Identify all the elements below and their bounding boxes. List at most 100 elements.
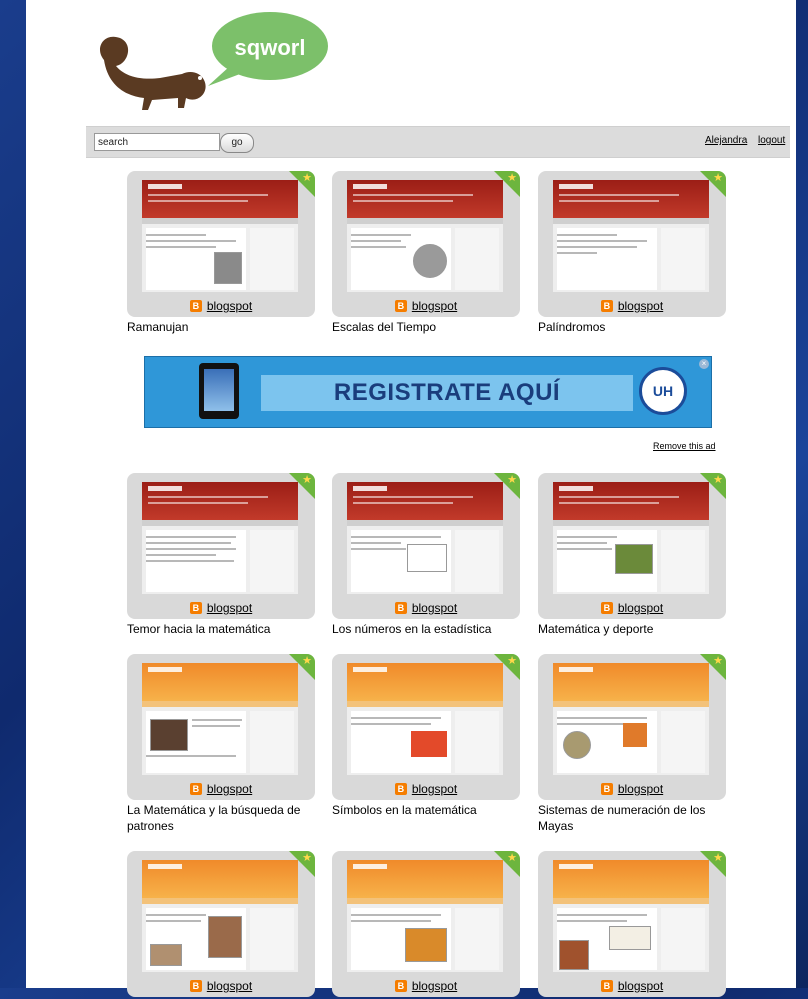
blogger-icon: B xyxy=(394,782,407,795)
bookmark-card[interactable]: ★ Bblogspot xyxy=(127,851,315,999)
star-icon[interactable]: ★ xyxy=(302,853,312,864)
card-caption[interactable]: Sistemas de numeración de los Mayas xyxy=(538,802,716,834)
thumbnail[interactable]: ★ Bblogspot xyxy=(127,851,315,997)
source-row: Bblogspot xyxy=(127,297,315,313)
card-caption[interactable]: Matemática y deporte xyxy=(538,621,716,637)
source-link[interactable]: blogspot xyxy=(618,601,663,615)
source-row: Bblogspot xyxy=(538,297,726,313)
bookmark-card[interactable]: ★ Bblogspot Temor hacia la matemática xyxy=(127,473,315,637)
bookmark-card[interactable]: ★ Bblogspot Matemática y deporte xyxy=(538,473,726,637)
source-row: Bblogspot xyxy=(127,599,315,615)
bookmark-card[interactable]: ★ Bblogspot Ramanujan xyxy=(127,171,315,335)
source-link[interactable]: blogspot xyxy=(618,979,663,993)
source-row: Bblogspot xyxy=(538,780,726,796)
site-screenshot xyxy=(347,663,503,775)
site-screenshot xyxy=(553,663,709,775)
bookmark-card[interactable]: ★ Bblogspot Palíndromos xyxy=(538,171,726,335)
source-row: Bblogspot xyxy=(127,977,315,993)
tablet-image xyxy=(199,363,239,419)
source-row: Bblogspot xyxy=(332,780,520,796)
source-row: Bblogspot xyxy=(538,977,726,993)
thumbnail[interactable]: ★ Bblogspot xyxy=(332,473,520,619)
blogger-icon: B xyxy=(394,979,407,992)
star-icon[interactable]: ★ xyxy=(507,656,517,667)
star-icon[interactable]: ★ xyxy=(507,173,517,184)
squirrel-icon xyxy=(99,36,206,111)
card-caption[interactable]: Ramanujan xyxy=(127,319,305,335)
star-icon[interactable]: ★ xyxy=(507,475,517,486)
source-link[interactable]: blogspot xyxy=(412,782,457,796)
source-row: Bblogspot xyxy=(332,297,520,313)
source-link[interactable]: blogspot xyxy=(207,299,252,313)
sqworl-logo[interactable]: sqworl xyxy=(90,8,350,118)
star-icon[interactable]: ★ xyxy=(302,173,312,184)
bookmark-card[interactable]: ★ Bblogspot Sistemas de numeración de lo… xyxy=(538,654,726,834)
user-link[interactable]: Alejandra xyxy=(705,135,747,146)
source-link[interactable]: blogspot xyxy=(412,601,457,615)
thumbnail[interactable]: ★ Bblogspot xyxy=(538,473,726,619)
blogger-icon: B xyxy=(600,782,613,795)
star-icon[interactable]: ★ xyxy=(713,475,723,486)
source-row: Bblogspot xyxy=(332,599,520,615)
source-link[interactable]: blogspot xyxy=(618,782,663,796)
source-link[interactable]: blogspot xyxy=(412,299,457,313)
star-icon[interactable]: ★ xyxy=(302,656,312,667)
site-screenshot xyxy=(347,180,503,292)
card-caption[interactable]: Palíndromos xyxy=(538,319,716,335)
thumbnail[interactable]: ★ Bblogspot xyxy=(538,851,726,997)
logo-text: sqworl xyxy=(235,35,306,60)
site-screenshot xyxy=(142,663,298,775)
card-caption[interactable]: Temor hacia la matemática xyxy=(127,621,305,637)
bookmark-card[interactable]: ★ Bblogspot Escalas del Tiempo xyxy=(332,171,520,335)
star-icon[interactable]: ★ xyxy=(302,475,312,486)
ad-banner[interactable]: REGISTRATE AQUÍ UH × xyxy=(144,356,712,428)
source-link[interactable]: blogspot xyxy=(207,782,252,796)
source-link[interactable]: blogspot xyxy=(412,979,457,993)
thumbnail[interactable]: ★ Bblogspot xyxy=(332,654,520,800)
ad-headline: REGISTRATE AQUÍ xyxy=(333,379,561,406)
star-icon[interactable]: ★ xyxy=(713,656,723,667)
remove-ad-link[interactable]: Remove this ad xyxy=(653,441,716,451)
star-icon[interactable]: ★ xyxy=(713,173,723,184)
thumbnail[interactable]: ★ Bblogspot xyxy=(127,171,315,317)
source-link[interactable]: blogspot xyxy=(618,299,663,313)
thumbnail[interactable]: ★ Bblogspot xyxy=(538,171,726,317)
bookmark-card[interactable]: ★ Bblogspot xyxy=(332,851,520,999)
site-screenshot xyxy=(142,860,298,972)
site-screenshot xyxy=(553,180,709,292)
logout-link[interactable]: logout xyxy=(758,135,785,146)
blogger-icon: B xyxy=(189,979,202,992)
source-row: Bblogspot xyxy=(127,780,315,796)
site-screenshot xyxy=(553,482,709,594)
bookmark-card[interactable]: ★ Bblogspot La Matemática y la búsqueda … xyxy=(127,654,315,834)
go-button[interactable]: go xyxy=(220,133,254,153)
source-link[interactable]: blogspot xyxy=(207,979,252,993)
card-caption[interactable]: La Matemática y la búsqueda de patrones xyxy=(127,802,305,834)
top-toolbar: go Alejandra logout xyxy=(86,126,790,158)
star-icon[interactable]: ★ xyxy=(713,853,723,864)
thumbnail[interactable]: ★ Bblogspot xyxy=(332,171,520,317)
blogger-icon: B xyxy=(189,601,202,614)
bookmark-card[interactable]: ★ Bblogspot xyxy=(538,851,726,999)
site-screenshot xyxy=(347,482,503,594)
site-screenshot xyxy=(347,860,503,972)
bookmark-card[interactable]: ★ Bblogspot Símbolos en la matemática xyxy=(332,654,520,818)
source-link[interactable]: blogspot xyxy=(207,601,252,615)
card-caption[interactable]: Escalas del Tiempo xyxy=(332,319,510,335)
search-input[interactable] xyxy=(94,133,220,151)
site-screenshot xyxy=(142,180,298,292)
thumbnail[interactable]: ★ Bblogspot xyxy=(127,473,315,619)
university-logo: UH xyxy=(639,367,687,415)
blogger-icon: B xyxy=(600,601,613,614)
bookmark-card[interactable]: ★ Bblogspot Los números en la estadístic… xyxy=(332,473,520,637)
card-caption[interactable]: Símbolos en la matemática xyxy=(332,802,510,818)
thumbnail[interactable]: ★ Bblogspot xyxy=(538,654,726,800)
star-icon[interactable]: ★ xyxy=(507,853,517,864)
card-caption[interactable]: Los números en la estadística xyxy=(332,621,510,637)
thumbnail[interactable]: ★ Bblogspot xyxy=(332,851,520,997)
thumbnail[interactable]: ★ Bblogspot xyxy=(127,654,315,800)
blogger-icon: B xyxy=(394,601,407,614)
blogger-icon: B xyxy=(189,782,202,795)
ad-close-icon[interactable]: × xyxy=(699,359,709,369)
site-screenshot xyxy=(142,482,298,594)
